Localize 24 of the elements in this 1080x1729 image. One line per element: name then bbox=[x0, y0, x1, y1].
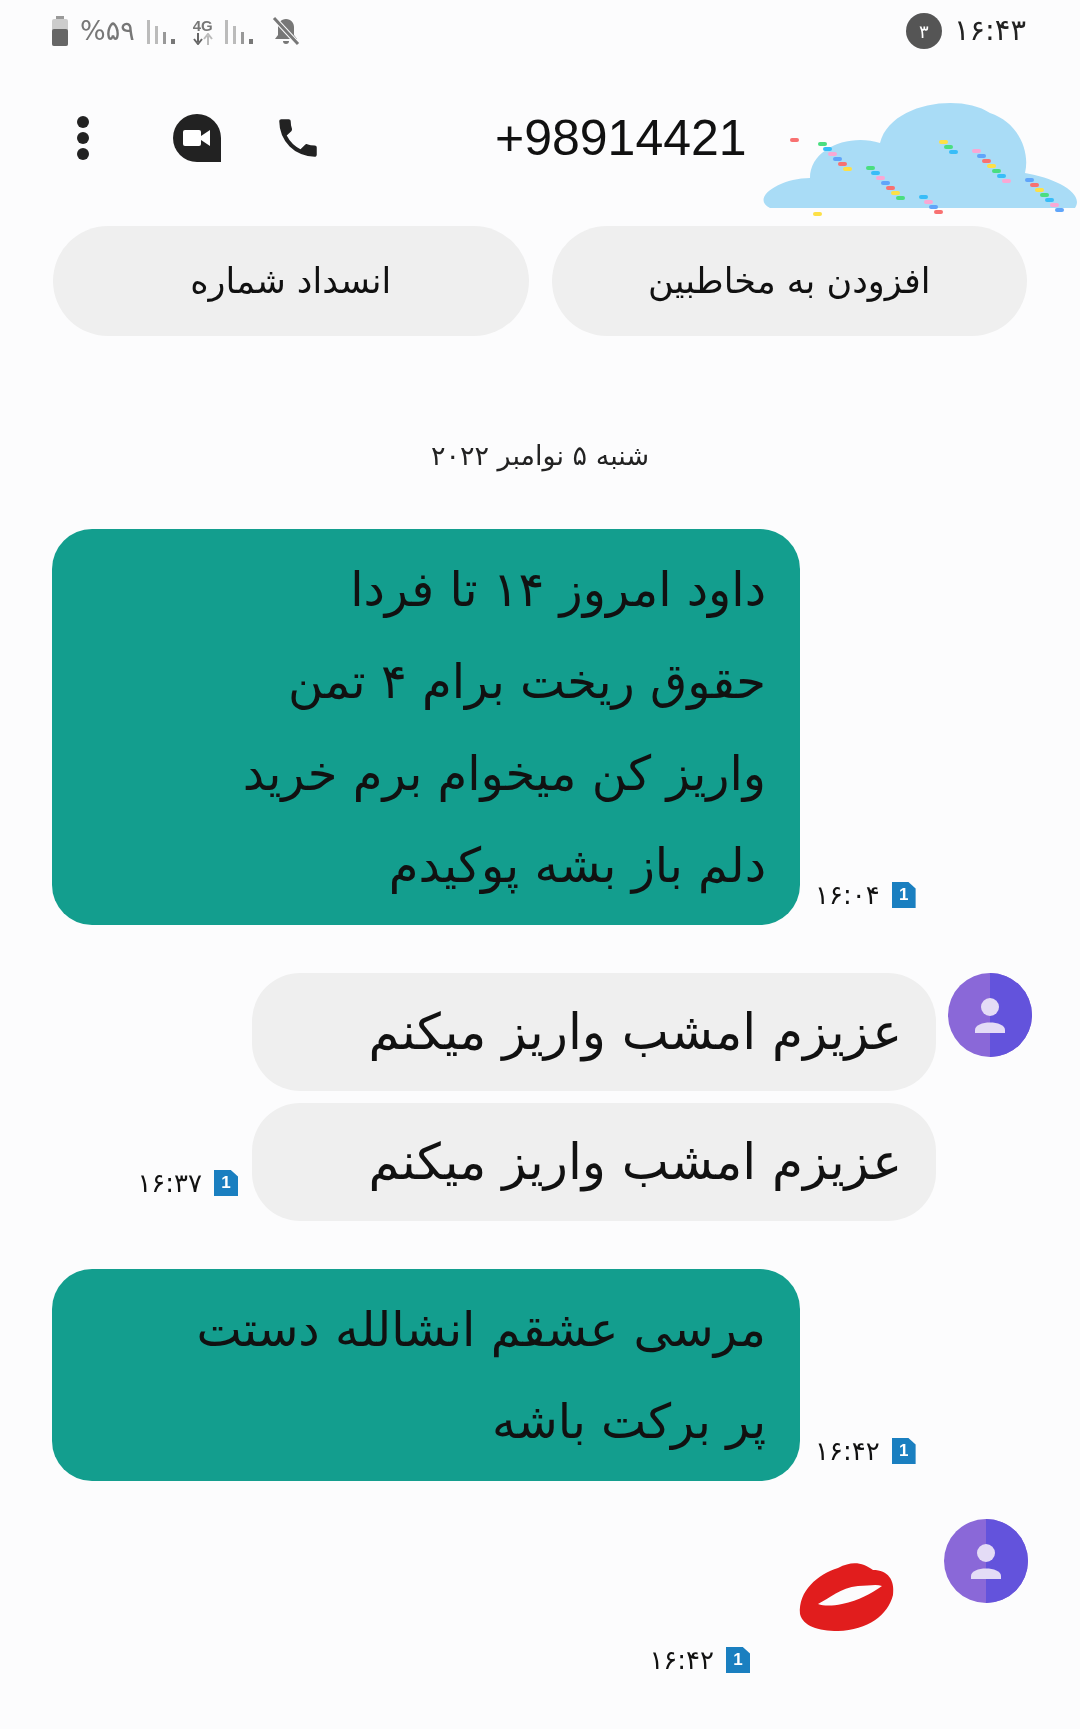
message-time: ۱۶:۳۷ bbox=[137, 1166, 202, 1200]
action-button[interactable]: افزودن به مخاطبین bbox=[551, 226, 1027, 336]
message-time: ۱۶:۰۴ bbox=[815, 878, 880, 912]
message-time: ۱۶:۴۲ bbox=[815, 1434, 880, 1468]
date-divider: شنبه ۵ نوامبر ۲۰۲۲ bbox=[429, 439, 651, 474]
video-call-icon[interactable] bbox=[171, 112, 223, 164]
message-bubble: مرسی عشقم انشالله دستت پر برکت باشه bbox=[52, 1268, 800, 1481]
network-type: 4G bbox=[192, 17, 213, 33]
sim-badge: 1 bbox=[214, 1170, 238, 1196]
sim-badge: 1 bbox=[891, 882, 916, 908]
clock: ۱۶:۴۳ bbox=[953, 12, 1026, 50]
action-button[interactable]: انسداد شماره bbox=[53, 226, 529, 336]
message-bubble: عزیزم امشب واریز میکنم bbox=[252, 1102, 936, 1221]
mute-icon bbox=[270, 16, 301, 46]
message-bubble: داود امروز ۱۴ تا فردا حقوق ریخت برام ۴ تمن واریز کن میخوام برم خرید دلم باز بشه پوکیدم bbox=[52, 528, 800, 925]
sim-badge: 1 bbox=[891, 1438, 916, 1464]
sim-badge: 1 bbox=[726, 1647, 750, 1673]
data-arrows-icon bbox=[192, 32, 213, 45]
battery-icon bbox=[52, 16, 68, 46]
message-bubble: عزیزم امشب واریز میکنم bbox=[252, 972, 936, 1091]
contact-number: +98914421 bbox=[495, 108, 747, 168]
battery-percent: %۵۹ bbox=[80, 13, 135, 48]
notification-count: ۳ bbox=[905, 13, 942, 49]
message-time: ۱۶:۴۲ bbox=[649, 1643, 714, 1677]
